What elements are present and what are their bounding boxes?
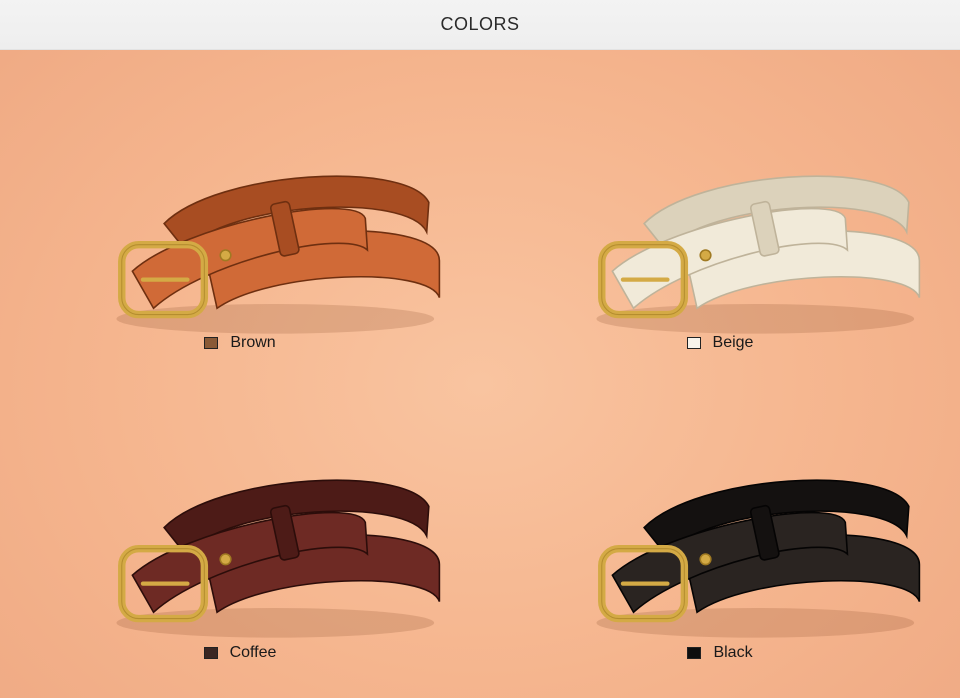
colors-header-bar: COLORS [0,0,960,50]
belt-shadow [116,608,435,638]
color-label-row: Coffee [0,644,480,662]
color-name: Coffee [229,644,277,661]
color-name: Brown [230,334,276,351]
belt-image-beige [596,175,921,334]
belt-image-black [596,479,921,638]
color-name: Black [713,644,753,661]
belt-rivet [699,553,712,566]
color-swatch [687,647,702,659]
product-color-showcase: COLORS Brown Beige Coffee Black [0,0,960,698]
belt-shadow [116,304,435,334]
color-label-row: Brown [0,334,480,352]
color-option-brown[interactable]: Brown [0,50,480,374]
color-option-coffee[interactable]: Coffee [0,374,480,698]
color-swatch [204,337,219,349]
color-label-row: Beige [480,334,960,352]
color-option-beige[interactable]: Beige [480,50,960,374]
belt-rivet [219,249,232,262]
belt-shadow [596,608,915,638]
belt-rivet [699,249,712,262]
color-swatch [686,337,701,349]
belt-image-coffee [116,479,441,638]
section-title: COLORS [440,14,520,34]
belt-shadow [596,304,915,334]
color-name: Beige [712,334,754,351]
belt-image-brown [116,175,441,334]
color-swatch [203,647,218,659]
color-option-black[interactable]: Black [480,374,960,698]
color-label-row: Black [480,644,960,662]
belt-rivet [219,553,232,566]
